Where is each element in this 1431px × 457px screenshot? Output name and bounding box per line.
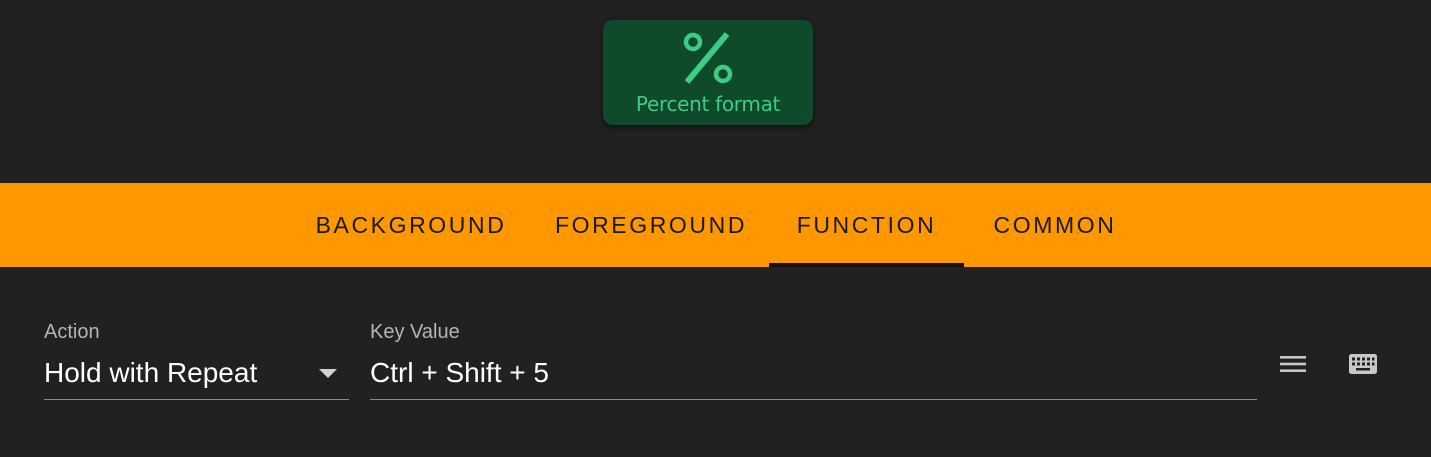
tab-function[interactable]: FUNCTION bbox=[769, 183, 964, 267]
action-value: Hold with Repeat bbox=[44, 357, 258, 388]
keyboard-button[interactable] bbox=[1343, 344, 1383, 384]
key-value-input[interactable]: Ctrl + Shift + 5 bbox=[370, 357, 549, 389]
tab-bar: BACKGROUND FOREGROUND FUNCTION COMMON bbox=[0, 183, 1431, 267]
key-preview-tile[interactable]: Percent format bbox=[603, 20, 813, 125]
menu-button[interactable] bbox=[1273, 344, 1313, 384]
tab-common[interactable]: COMMON bbox=[964, 183, 1146, 267]
key-preview-label: Percent format bbox=[635, 92, 781, 116]
keyboard-icon bbox=[1349, 354, 1377, 374]
action-label: Action bbox=[44, 321, 100, 343]
action-select[interactable]: Action Hold with Repeat bbox=[44, 321, 349, 401]
chevron-down-icon bbox=[319, 369, 337, 378]
action-underline bbox=[44, 399, 349, 400]
menu-icon bbox=[1280, 356, 1306, 372]
key-value-label: Key Value bbox=[370, 321, 460, 343]
active-tab-indicator bbox=[769, 263, 964, 267]
key-value-underline bbox=[370, 399, 1257, 400]
percent-icon bbox=[683, 32, 733, 84]
tab-foreground[interactable]: FOREGROUND bbox=[533, 183, 769, 267]
tab-background[interactable]: BACKGROUND bbox=[298, 183, 524, 267]
key-value-field[interactable]: Key Value Ctrl + Shift + 5 bbox=[370, 321, 1257, 401]
key-config-page: Percent format BACKGROUND FOREGROUND FUN… bbox=[0, 0, 1431, 457]
